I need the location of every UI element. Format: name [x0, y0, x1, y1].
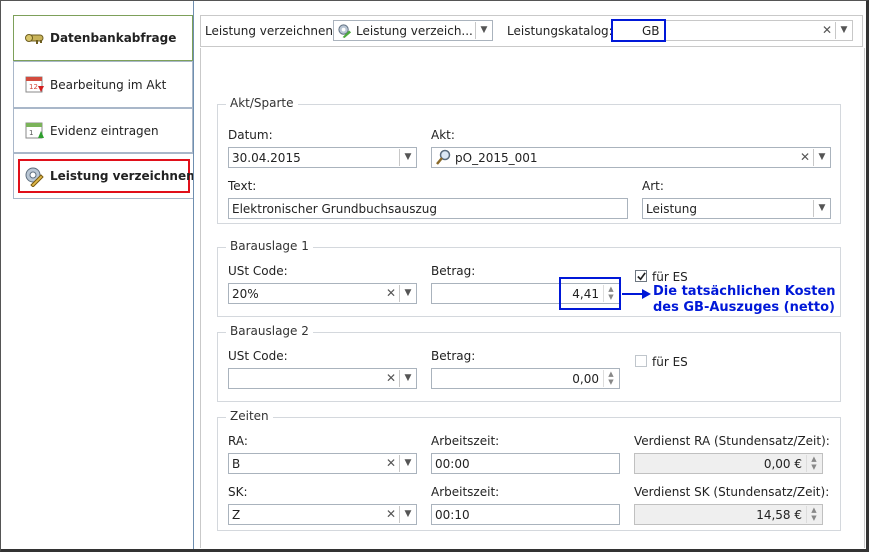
ust2-label: USt Code: [228, 349, 288, 363]
ust1-field[interactable]: 20% ✕ ▼ [228, 283, 417, 304]
group-caption: Barauslage 2 [226, 324, 313, 338]
leistung-select[interactable]: Leistung verzeich... ▼ [333, 20, 493, 41]
ra-verdienst-field: 0,00 € ▲ ▼ [634, 453, 823, 474]
chevron-down-icon[interactable]: ▼ [399, 506, 416, 523]
text-label: Text: [228, 179, 257, 193]
svg-text:1: 1 [29, 129, 33, 137]
group-barauslage-2: Barauslage 2 [217, 324, 841, 402]
sidebar-divider [193, 1, 194, 549]
katalog-value: GB [642, 24, 660, 38]
sidebar-item-label: Leistung verzeichnen [50, 169, 195, 183]
calendar-arrow-up-icon: 1 [25, 122, 44, 138]
es1-checkbox[interactable] [635, 270, 647, 282]
sidebar-item-label: Bearbeitung im Akt [50, 78, 167, 92]
clear-icon[interactable]: ✕ [384, 285, 398, 302]
ra-value: B [232, 457, 241, 471]
window-frame: Datenbankabfrage 12 Bearbeitung im Akt 1… [0, 0, 869, 552]
search-icon[interactable] [435, 149, 452, 166]
clear-icon[interactable]: ✕ [384, 370, 398, 387]
ra-field[interactable]: B ✕ ▼ [228, 453, 417, 474]
chevron-down-icon[interactable]: ▼ [813, 149, 830, 166]
sidebar-item-bearbeitung[interactable]: 12 Bearbeitung im Akt [13, 61, 193, 108]
ust1-value: 20% [232, 287, 259, 301]
betrag2-value: 0,00 [572, 372, 599, 386]
katalog-label: Leistungskatalog: [507, 24, 613, 38]
chevron-down-icon[interactable]: ▼ [475, 22, 492, 39]
spinner-icon: ▲ ▼ [806, 506, 821, 523]
sidebar-item-label: Datenbankabfrage [50, 31, 177, 45]
ra-zeit-label: Arbeitszeit: [431, 434, 500, 448]
annotation-line-1: Die tatsächlichen Kosten [653, 284, 836, 299]
ust1-label: USt Code: [228, 264, 288, 278]
annotation-text: Die tatsächlichen Kosten des GB-Auszuges… [653, 284, 836, 316]
group-caption: Zeiten [226, 409, 273, 423]
sk-zeit-field[interactable]: 00:10 [431, 504, 620, 525]
es1-label: für ES [652, 270, 688, 284]
sk-field[interactable]: Z ✕ ▼ [228, 504, 417, 525]
betrag2-label: Betrag: [431, 349, 476, 363]
akt-value: pO_2015_001 [455, 151, 538, 165]
toolbar: Leistung verzeichnen: Leistung verzeich.… [200, 15, 863, 47]
chevron-down-icon[interactable]: ▼ [835, 22, 852, 39]
sidebar-item-datenbankabfrage[interactable]: Datenbankabfrage [13, 15, 193, 61]
sidebar-item-label: Evidenz eintragen [50, 124, 159, 138]
spinner-icon: ▲ ▼ [806, 455, 821, 472]
clear-icon[interactable]: ✕ [820, 22, 834, 39]
sk-zeit-label: Arbeitszeit: [431, 485, 500, 499]
es2-checkbox[interactable] [635, 355, 647, 367]
art-label: Art: [642, 179, 664, 193]
art-value: Leistung [646, 202, 697, 216]
sk-verdienst-label: Verdienst SK (Stundensatz/Zeit): [634, 485, 830, 499]
database-key-icon [25, 34, 44, 44]
chevron-down-icon[interactable]: ▼ [813, 200, 830, 217]
sk-label: SK: [228, 485, 248, 499]
main-panel: Akt/Sparte Akt/Sparte Datum: 30.04.2015 … [200, 48, 865, 548]
text-field[interactable]: Elektronischer Grundbuchsauszug [228, 198, 628, 219]
sk-value: Z [232, 508, 241, 522]
svg-text:12: 12 [29, 83, 38, 91]
clear-icon[interactable]: ✕ [798, 149, 812, 166]
chevron-down-icon[interactable]: ▼ [399, 149, 416, 166]
text-value: Elektronischer Grundbuchsauszug [232, 202, 437, 216]
akt-label: Akt: [431, 128, 455, 142]
spinner-icon[interactable]: ▲ ▼ [603, 370, 618, 387]
gear-edit-icon [25, 167, 44, 187]
betrag1-label: Betrag: [431, 264, 476, 278]
sidebar-item-leistung[interactable]: Leistung verzeichnen [13, 153, 195, 199]
leistung-label: Leistung verzeichnen: [205, 24, 338, 38]
datum-label: Datum: [228, 128, 273, 142]
arrow-icon [622, 289, 651, 299]
group-caption: Barauslage 1 [226, 239, 313, 253]
group-caption-akt: Akt/Sparte [226, 96, 298, 110]
ra-zeit-value: 00:00 [435, 457, 470, 471]
katalog-select[interactable]: GB ✕ ▼ [611, 19, 853, 42]
datum-field[interactable]: 30.04.2015 ▼ [228, 147, 417, 168]
gear-edit-icon [338, 24, 352, 38]
betrag1-highlight [559, 277, 621, 310]
sk-verdienst-value: 14,58 € [756, 508, 802, 522]
ust2-field[interactable]: ✕ ▼ [228, 368, 417, 389]
art-field[interactable]: Leistung ▼ [642, 198, 831, 219]
ra-verdienst-label: Verdienst RA (Stundensatz/Zeit): [634, 434, 830, 448]
leistung-value: Leistung verzeich... [356, 24, 473, 38]
chevron-down-icon[interactable]: ▼ [399, 370, 416, 387]
es2-label: für ES [652, 355, 688, 369]
calendar-arrow-down-icon: 12 [25, 76, 44, 92]
sk-verdienst-field: 14,58 € ▲ ▼ [634, 504, 823, 525]
chevron-down-icon[interactable]: ▼ [399, 455, 416, 472]
clear-icon[interactable]: ✕ [384, 455, 398, 472]
datum-value: 30.04.2015 [232, 151, 301, 165]
ra-label: RA: [228, 434, 248, 448]
chevron-down-icon[interactable]: ▼ [399, 285, 416, 302]
ra-zeit-field[interactable]: 00:00 [431, 453, 620, 474]
annotation-line-2: des GB-Auszuges (netto) [653, 300, 835, 315]
sk-zeit-value: 00:10 [435, 508, 470, 522]
ra-verdienst-value: 0,00 € [763, 457, 802, 471]
sidebar-item-evidenz[interactable]: 1 Evidenz eintragen [13, 108, 193, 153]
clear-icon[interactable]: ✕ [384, 506, 398, 523]
akt-field[interactable]: pO_2015_001 ✕ ▼ [431, 147, 831, 168]
betrag2-field[interactable]: 0,00 ▲ ▼ [431, 368, 620, 389]
